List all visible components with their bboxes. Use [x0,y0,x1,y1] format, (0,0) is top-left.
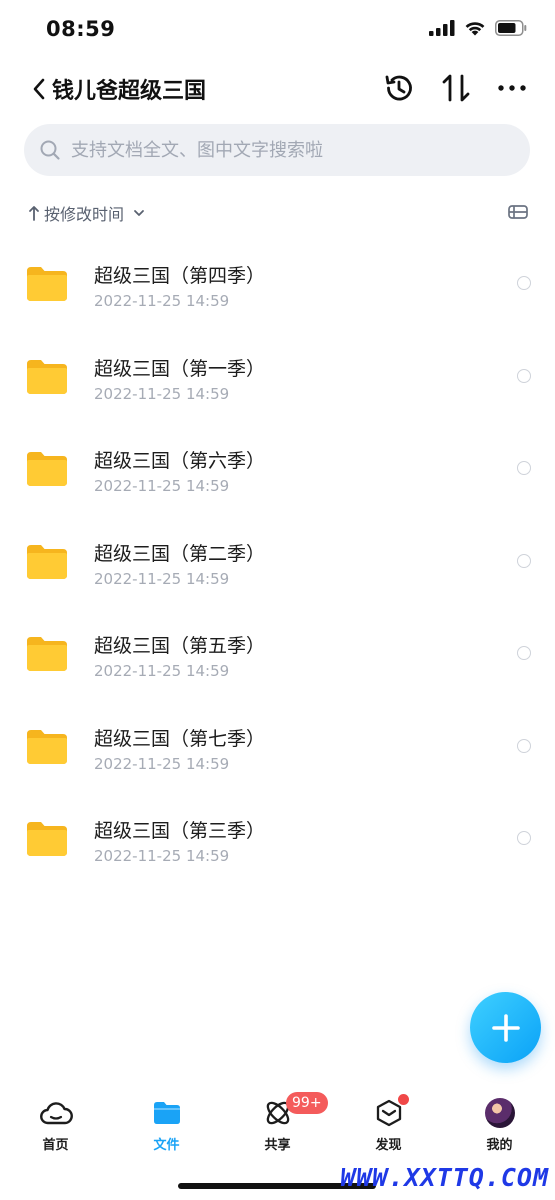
file-date: 2022-11-25 14:59 [94,384,230,403]
more-button[interactable] [495,70,529,106]
file-date: 2022-11-25 14:59 [94,569,230,588]
file-name: 超级三国（第六季） [94,450,266,472]
sort-label: 按修改时间 [44,205,125,224]
plus-icon [491,1013,520,1042]
chevron-left-icon [33,78,45,100]
history-icon [385,75,412,101]
status-time: 08:59 [46,17,116,41]
file-name: 超级三国（第五季） [94,635,266,657]
battery-icon [495,20,527,36]
select-radio[interactable] [517,646,531,660]
share-badge: 99+ [286,1092,328,1114]
select-radio[interactable] [517,553,531,568]
file-name: 超级三国（第四季） [94,265,266,287]
avatar [484,1098,515,1128]
file-list: 超级三国（第四季） 2022-11-25 14:59 超级三国（第一季） 202… [0,230,555,878]
wifi-icon [465,22,485,36]
file-date: 2022-11-25 14:59 [94,754,230,773]
file-date: 2022-11-25 14:59 [94,292,230,310]
file-date: 2022-11-25 14:59 [94,847,230,865]
folder-icon [27,637,67,671]
file-row[interactable]: 超级三国（第七季） 2022-11-25 14:59 [0,693,555,786]
up-down-arrows-icon [442,74,470,102]
file-row[interactable]: 超级三国（第四季） 2022-11-25 14:59 [0,230,555,323]
more-dots-icon [498,85,526,91]
sort-selector[interactable]: 按修改时间 [28,201,146,225]
bottom-nav: 首页 文件 共享 99+ 发现 我的 [0,1092,555,1162]
folder-icon [153,1102,180,1124]
select-radio[interactable] [517,276,531,290]
file-date: 2022-11-25 14:59 [94,662,230,680]
chevron-down-icon [134,210,144,216]
view-toggle-button[interactable] [508,203,528,221]
nav-files[interactable]: 文件 [111,1092,222,1162]
folder-icon [27,729,67,764]
file-name: 超级三国（第七季） [94,727,266,750]
status-icons [429,20,527,36]
select-radio[interactable] [517,831,531,845]
folder-icon [27,267,67,301]
nav-mine-label: 我的 [486,1138,513,1153]
watermark: WWW.XXTTQ.COM [340,1163,549,1192]
select-radio[interactable] [517,368,531,383]
file-date: 2022-11-25 14:59 [94,477,230,495]
folder-icon [27,822,67,856]
page-title: 钱儿爸超级三国 [52,79,207,104]
nav-files-label: 文件 [153,1138,180,1153]
back-button[interactable] [32,72,52,106]
nav-discover-label: 发现 [375,1138,402,1153]
file-name: 超级三国（第一季） [94,357,266,380]
search-bar[interactable] [24,124,530,176]
transfer-button[interactable] [439,70,473,106]
file-row[interactable]: 超级三国（第六季） 2022-11-25 14:59 [0,415,555,508]
search-input[interactable] [69,138,513,162]
nav-discover[interactable]: 发现 [333,1092,444,1162]
arrow-up-icon [29,206,39,221]
cellular-signal-icon [429,20,455,36]
add-button[interactable] [470,992,541,1063]
file-row[interactable]: 超级三国（第五季） 2022-11-25 14:59 [0,600,555,693]
nav-home[interactable]: 首页 [0,1092,111,1162]
file-row[interactable]: 超级三国（第二季） 2022-11-25 14:59 [0,508,555,601]
file-row[interactable]: 超级三国（第三季） 2022-11-25 14:59 [0,785,555,878]
nav-home-label: 首页 [42,1138,69,1153]
folder-icon [27,452,67,486]
select-radio[interactable] [517,738,531,753]
history-button[interactable] [382,70,416,106]
file-name: 超级三国（第三季） [94,820,266,842]
file-row[interactable]: 超级三国（第一季） 2022-11-25 14:59 [0,323,555,416]
folder-icon [27,544,67,579]
folder-icon [27,359,67,394]
nav-share-label: 共享 [264,1138,291,1153]
search-icon [40,140,60,160]
cloud-icon [39,1102,73,1125]
discover-notification-dot [398,1094,409,1105]
nav-share[interactable]: 共享 99+ [222,1092,333,1162]
nav-mine[interactable]: 我的 [444,1092,555,1162]
select-radio[interactable] [517,461,531,475]
list-view-icon [508,205,528,219]
file-name: 超级三国（第二季） [94,542,266,565]
